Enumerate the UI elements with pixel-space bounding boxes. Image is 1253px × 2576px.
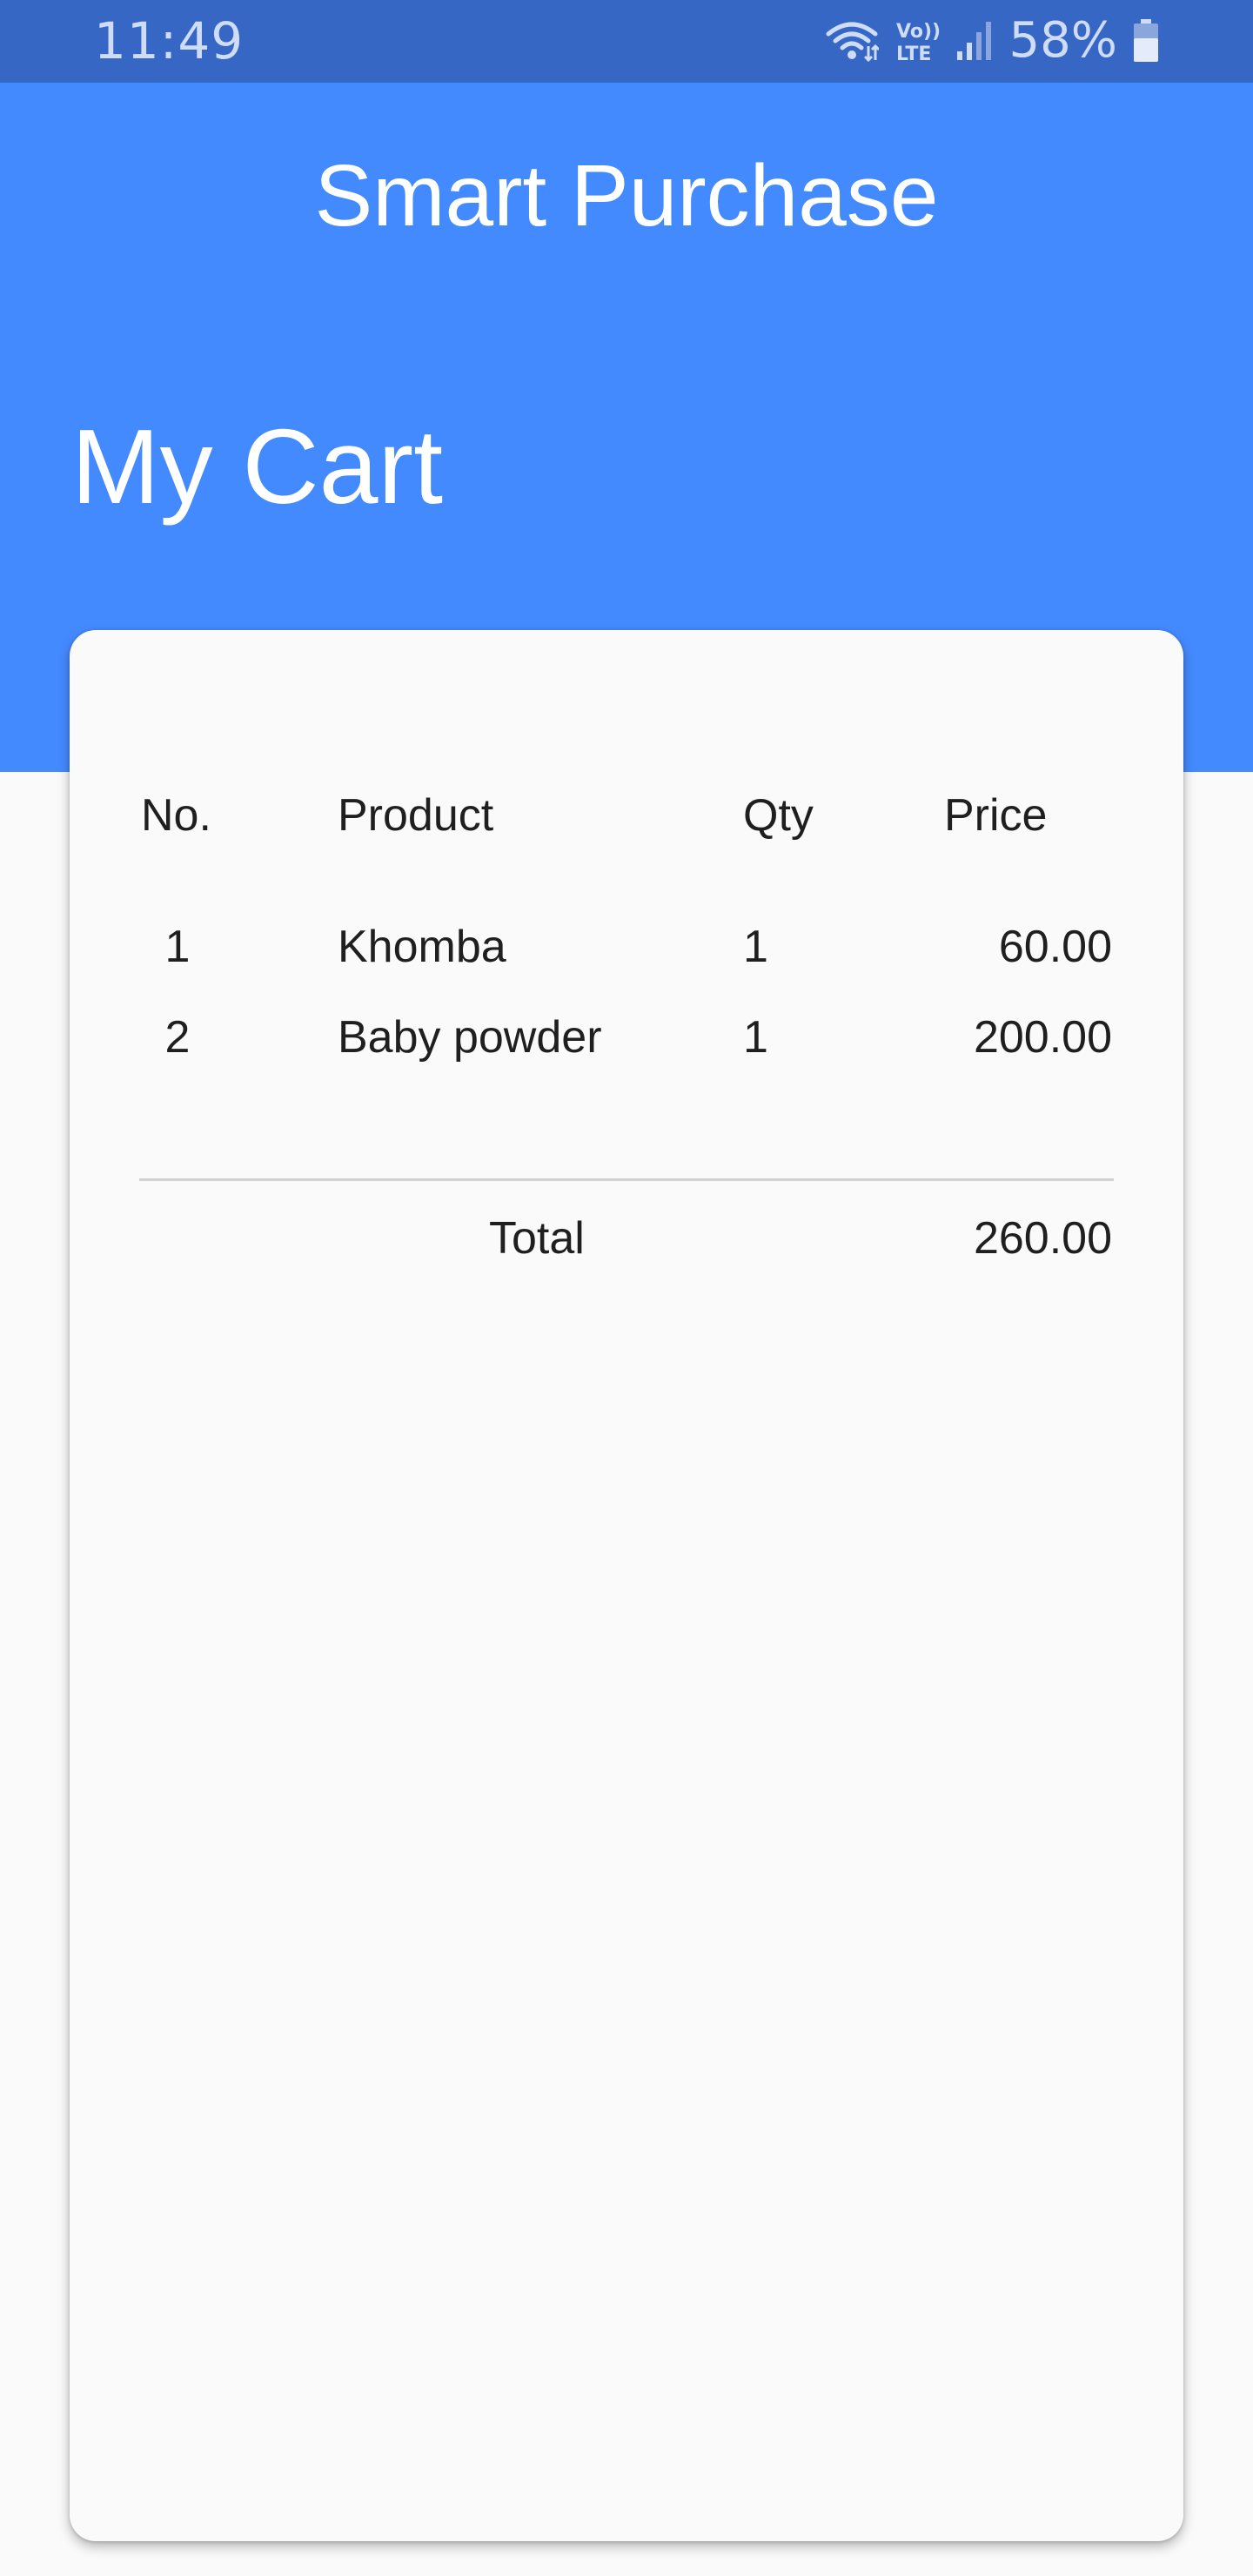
battery-percent: 58%: [1008, 12, 1117, 69]
row-number: 1: [164, 922, 191, 972]
column-header-qty: Qty: [743, 790, 814, 841]
column-header-no: No.: [141, 790, 211, 841]
table-header-row: No. Product Qty Price: [70, 785, 1183, 846]
volte-lte-icon: Vo)) LTE: [895, 18, 940, 64]
row-product: Baby powder: [338, 1012, 602, 1063]
svg-text:Vo)): Vo)): [896, 21, 940, 43]
status-icons: Vo)) LTE 58%: [825, 12, 1159, 70]
row-price: 200.00: [973, 1012, 1112, 1063]
column-header-product: Product: [338, 790, 494, 841]
signal-icon: [955, 20, 994, 62]
status-bar: 11:49 Vo)) LTE 58%: [0, 0, 1253, 83]
wifi-icon: [825, 20, 879, 62]
svg-text:LTE: LTE: [896, 44, 931, 64]
table-row[interactable]: 2 Baby powder 1 200.00: [70, 1007, 1183, 1068]
app-title: Smart Purchase: [314, 147, 939, 245]
table-row[interactable]: 1 Khomba 1 60.00: [70, 916, 1183, 977]
total-label: Total: [489, 1213, 585, 1264]
status-time: 11:49: [94, 11, 245, 70]
row-product: Khomba: [338, 922, 506, 972]
cart-card: No. Product Qty Price 1 Khomba 1 60.00 2…: [70, 630, 1183, 2541]
row-qty: 1: [743, 1012, 768, 1063]
total-value: 260.00: [973, 1213, 1112, 1264]
column-header-price: Price: [944, 790, 1048, 841]
total-divider: [139, 1178, 1114, 1181]
row-qty: 1: [743, 922, 768, 972]
row-price: 60.00: [998, 922, 1112, 972]
row-number: 2: [164, 1012, 191, 1063]
page-title: My Cart: [71, 407, 443, 526]
battery-icon: [1133, 19, 1159, 63]
